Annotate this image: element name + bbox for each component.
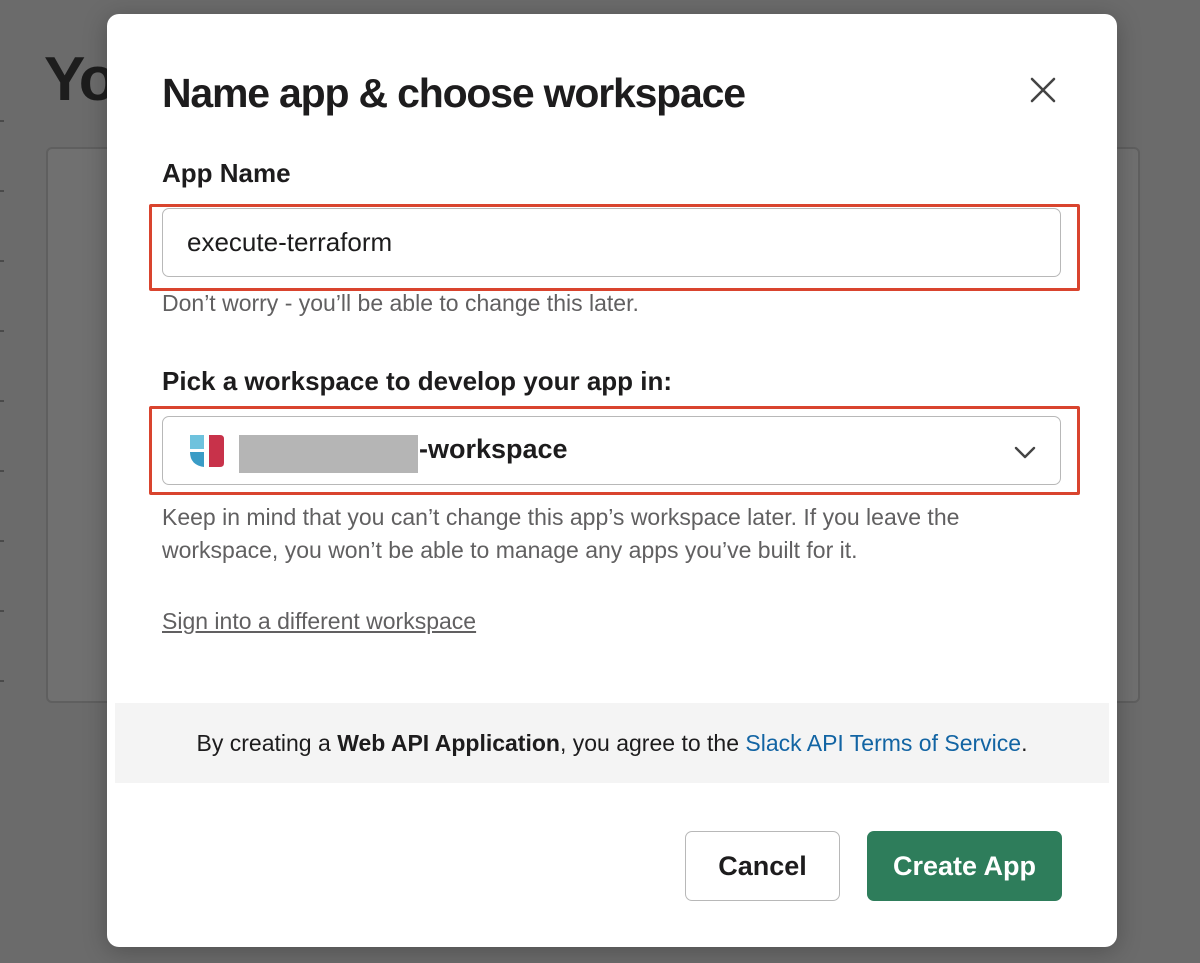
- create-app-modal: Name app & choose workspace App Name Don…: [107, 14, 1117, 947]
- background-edge-ticks: [0, 120, 4, 720]
- app-name-label: App Name: [162, 158, 291, 188]
- workspace-name: -workspace: [419, 434, 568, 464]
- modal-title: Name app & choose workspace: [162, 70, 746, 116]
- create-app-button[interactable]: Create App: [867, 831, 1062, 901]
- workspace-select[interactable]: -workspace: [162, 416, 1061, 485]
- app-name-hint: Don’t worry - you’ll be able to change t…: [162, 290, 639, 316]
- terms-app-type: Web API Application: [337, 729, 560, 756]
- workspace-label: Pick a workspace to develop your app in:: [162, 366, 673, 396]
- chevron-down-icon: [1014, 446, 1036, 459]
- cancel-button[interactable]: Cancel: [685, 831, 840, 901]
- workspace-hint: Keep in mind that you can’t change this …: [162, 504, 960, 563]
- close-button[interactable]: [1025, 72, 1061, 108]
- background-heading: Yo: [44, 45, 117, 114]
- sign-in-different-workspace-link[interactable]: Sign into a different workspace: [162, 608, 476, 635]
- close-icon: [1030, 77, 1056, 103]
- workspace-name-redaction: [239, 435, 418, 473]
- terms-of-service-link[interactable]: Slack API Terms of Service: [745, 730, 1021, 757]
- terms-prefix: By creating a: [196, 729, 331, 756]
- terms-suffix: .: [1021, 729, 1028, 756]
- terms-notice: By creating a Web API Application, you a…: [115, 703, 1109, 783]
- app-name-input[interactable]: [162, 208, 1061, 277]
- workspace-logo-icon: [190, 435, 224, 467]
- terms-middle: , you agree to the: [559, 729, 739, 756]
